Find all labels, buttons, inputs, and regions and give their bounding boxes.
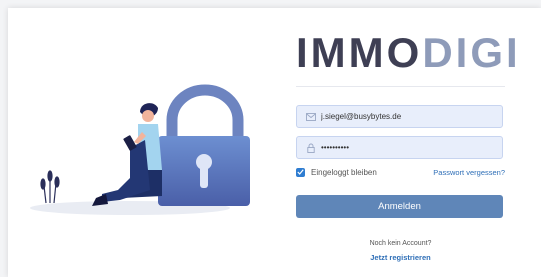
brand-part-1: IMMO bbox=[296, 29, 423, 76]
signup-section: Noch kein Account? Jetzt registrieren bbox=[296, 238, 505, 264]
password-field[interactable] bbox=[296, 136, 503, 159]
email-field[interactable] bbox=[296, 105, 503, 128]
remember-label: Eingeloggt bleiben bbox=[311, 167, 377, 177]
remember-checkbox[interactable]: Eingeloggt bleiben bbox=[296, 167, 377, 177]
brand-logo: IMMODIGI bbox=[296, 32, 521, 74]
brand-part-2: DIGI bbox=[422, 29, 521, 76]
checkbox-checked-icon[interactable] bbox=[296, 167, 305, 177]
login-button[interactable]: Anmelden bbox=[296, 195, 503, 218]
forgot-password-link[interactable]: Passwort vergessen? bbox=[433, 168, 505, 177]
options-row: Eingeloggt bleiben Passwort vergessen? bbox=[296, 165, 505, 179]
lock-icon bbox=[301, 143, 321, 153]
signup-question: Noch kein Account? bbox=[369, 240, 432, 247]
lock-illustration bbox=[30, 84, 250, 215]
password-input[interactable] bbox=[321, 143, 491, 152]
divider bbox=[296, 86, 505, 87]
email-input[interactable] bbox=[321, 112, 491, 121]
signup-link[interactable]: Jetzt registrieren bbox=[370, 253, 430, 262]
mail-icon bbox=[301, 112, 321, 121]
